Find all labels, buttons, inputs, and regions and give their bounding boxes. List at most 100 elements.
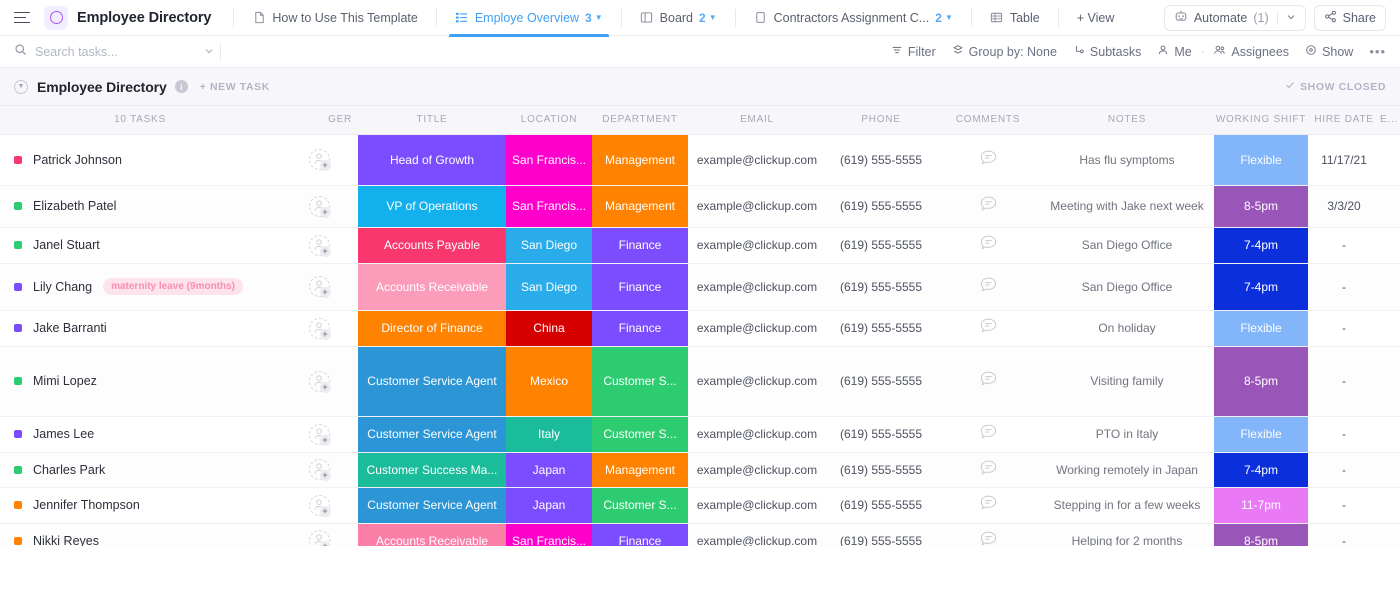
automate-button[interactable]: Automate (1) — [1163, 4, 1306, 31]
cell-department[interactable]: Customer S... — [592, 346, 688, 417]
comment-bubble-icon[interactable] — [980, 196, 997, 216]
chevron-down-icon[interactable]: ▼ — [945, 13, 953, 22]
cell-manager[interactable]: + — [280, 227, 358, 264]
col-location[interactable]: LOCATION — [506, 106, 592, 135]
comment-bubble-icon[interactable] — [980, 318, 997, 338]
tab-how-to-use[interactable]: How to Use This Template — [244, 0, 425, 36]
col-working-shift[interactable]: WORKING SHIFT — [1214, 106, 1308, 135]
cell-working-shift[interactable]: 8-5pm — [1214, 185, 1308, 228]
status-dot[interactable] — [14, 430, 22, 438]
col-extra[interactable]: E... — [1380, 106, 1400, 135]
cell-manager[interactable]: + — [280, 346, 358, 417]
cell-department[interactable]: Finance — [592, 310, 688, 347]
add-assignee-avatar-icon[interactable]: + — [308, 195, 331, 218]
cell-extra[interactable] — [1380, 452, 1400, 488]
cell-location[interactable]: Italy — [506, 416, 592, 453]
cell-hire-date[interactable]: - — [1308, 452, 1380, 488]
status-dot[interactable] — [14, 155, 22, 164]
cell-extra[interactable] — [1380, 134, 1400, 186]
cell-extra[interactable] — [1380, 227, 1400, 264]
cell-comments[interactable] — [936, 346, 1040, 417]
cell-title[interactable]: Accounts Payable — [358, 227, 506, 264]
cell-location[interactable]: Japan — [506, 452, 592, 488]
cell-comments[interactable] — [936, 416, 1040, 453]
plus-badge[interactable]: + — [319, 381, 331, 393]
cell-comments[interactable] — [936, 523, 1040, 546]
cell-location[interactable]: China — [506, 310, 592, 347]
assignees-button[interactable]: Assignees — [1205, 40, 1297, 64]
add-assignee-avatar-icon[interactable]: + — [308, 370, 331, 393]
cell-title[interactable]: Accounts Receivable — [358, 523, 506, 546]
cell-manager[interactable]: + — [280, 263, 358, 311]
me-filter-button[interactable]: Me — [1149, 40, 1199, 64]
info-icon[interactable]: i — [174, 80, 188, 93]
cell-email[interactable]: example@clickup.com — [688, 185, 826, 228]
cell-phone[interactable]: (619) 555-5555 — [826, 346, 936, 417]
cell-manager[interactable]: + — [280, 310, 358, 347]
cell-department[interactable]: Finance — [592, 263, 688, 311]
add-assignee-avatar-icon[interactable]: + — [308, 234, 331, 257]
plus-badge[interactable]: + — [319, 470, 331, 481]
chevron-down-icon[interactable]: ▼ — [595, 13, 603, 22]
plus-badge[interactable]: + — [319, 287, 331, 298]
cell-name[interactable]: James Lee — [0, 416, 280, 453]
cell-manager[interactable]: + — [280, 185, 358, 228]
cell-notes[interactable]: Has flu symptoms — [1040, 134, 1214, 186]
cell-phone[interactable]: (619) 555-5555 — [826, 452, 936, 488]
cell-hire-date[interactable]: 11/17/21 — [1308, 134, 1380, 186]
add-assignee-avatar-icon[interactable]: + — [308, 423, 331, 446]
add-assignee-avatar-icon[interactable]: + — [308, 276, 331, 298]
cell-phone[interactable]: (619) 555-5555 — [826, 416, 936, 453]
cell-notes[interactable]: Working remotely in Japan — [1040, 452, 1214, 488]
more-options-button[interactable]: ••• — [1361, 40, 1386, 64]
cell-hire-date[interactable]: - — [1308, 416, 1380, 453]
cell-notes[interactable]: On holiday — [1040, 310, 1214, 347]
cell-location[interactable]: San Diego — [506, 263, 592, 311]
cell-name[interactable]: Jennifer Thompson — [0, 487, 280, 524]
cell-location[interactable]: Japan — [506, 487, 592, 524]
cell-phone[interactable]: (619) 555-5555 — [826, 185, 936, 228]
cell-title[interactable]: VP of Operations — [358, 185, 506, 228]
table-row[interactable]: Charles Park + Customer Success Ma... Ja… — [0, 452, 1400, 488]
cell-name[interactable]: Elizabeth Patel — [0, 185, 280, 228]
cell-comments[interactable] — [936, 452, 1040, 488]
cell-name[interactable]: Jake Barranti — [0, 310, 280, 347]
cell-phone[interactable]: (619) 555-5555 — [826, 487, 936, 524]
col-hire-date[interactable]: HIRE DATE — [1308, 106, 1380, 135]
cell-comments[interactable] — [936, 263, 1040, 311]
add-view-button[interactable]: + View — [1069, 0, 1123, 36]
subtasks-button[interactable]: Subtasks — [1065, 40, 1149, 64]
cell-notes[interactable]: San Diego Office — [1040, 227, 1214, 264]
col-comments[interactable]: COMMENTS — [936, 106, 1040, 135]
add-assignee-avatar-icon[interactable]: + — [308, 530, 331, 546]
cell-title[interactable]: Director of Finance — [358, 310, 506, 347]
cell-department[interactable]: Management — [592, 185, 688, 228]
status-dot[interactable] — [14, 324, 22, 332]
cell-department[interactable]: Finance — [592, 523, 688, 546]
cell-extra[interactable] — [1380, 263, 1400, 311]
comment-bubble-icon[interactable] — [980, 531, 997, 547]
cell-email[interactable]: example@clickup.com — [688, 227, 826, 264]
cell-working-shift[interactable]: 7-4pm — [1214, 227, 1308, 264]
cell-hire-date[interactable]: - — [1308, 523, 1380, 546]
cell-extra[interactable] — [1380, 487, 1400, 524]
cell-working-shift[interactable]: 11-7pm — [1214, 487, 1308, 524]
status-dot[interactable] — [14, 536, 22, 545]
cell-extra[interactable] — [1380, 523, 1400, 546]
plus-badge[interactable]: + — [319, 505, 331, 517]
cell-working-shift[interactable]: Flexible — [1214, 416, 1308, 453]
cell-email[interactable]: example@clickup.com — [688, 416, 826, 453]
cell-phone[interactable]: (619) 555-5555 — [826, 134, 936, 186]
cell-comments[interactable] — [936, 134, 1040, 186]
cell-comments[interactable] — [936, 487, 1040, 524]
cell-notes[interactable]: Helping for 2 months — [1040, 523, 1214, 546]
cell-location[interactable]: Mexico — [506, 346, 592, 417]
cell-notes[interactable]: San Diego Office — [1040, 263, 1214, 311]
cell-phone[interactable]: (619) 555-5555 — [826, 310, 936, 347]
cell-email[interactable]: example@clickup.com — [688, 487, 826, 524]
cell-working-shift[interactable]: 8-5pm — [1214, 523, 1308, 546]
chevron-down-icon[interactable] — [1286, 11, 1296, 25]
cell-department[interactable]: Finance — [592, 227, 688, 264]
employee-tag[interactable]: maternity leave (9months) — [103, 278, 244, 295]
cell-title[interactable]: Customer Success Ma... — [358, 452, 506, 488]
